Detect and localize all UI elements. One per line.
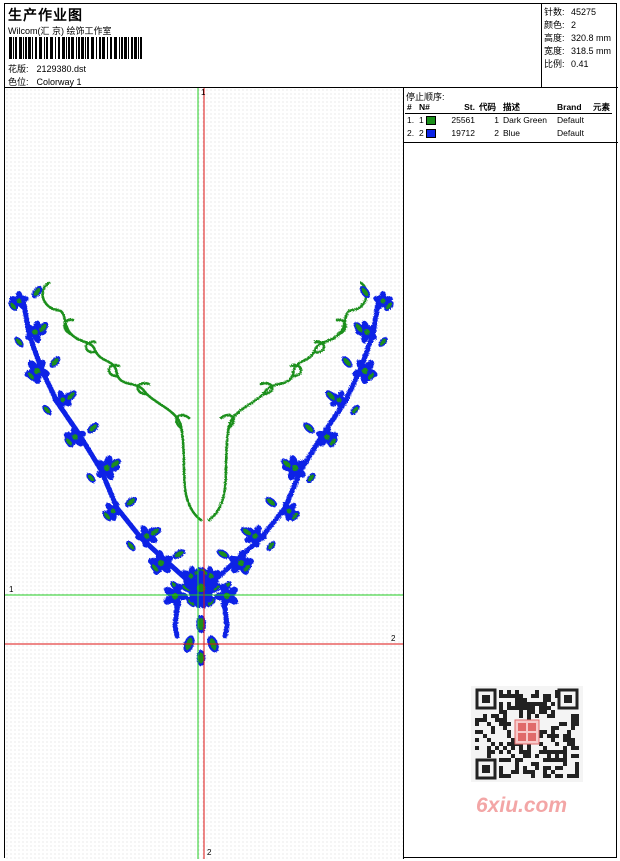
stat-value: 320.8 mm (571, 33, 612, 43)
stat-label: 颜色: (544, 20, 565, 30)
lace-leaf (42, 404, 52, 416)
embroidery-preview (5, 88, 403, 859)
stat-width: 宽度: 318.5 mm (544, 44, 611, 57)
row-number: 2 (417, 127, 447, 140)
colorway-row: 色位: Colorway 1 (8, 75, 82, 88)
lace-leaf (378, 336, 388, 348)
lace-leaf (306, 472, 316, 484)
row-element (591, 114, 612, 127)
production-sheet: 生产作业图 Wilcom(汇 京) 绘饰工作室 花版: 2129380.dst … (4, 3, 618, 859)
lace-stem (172, 605, 180, 639)
lace-leaf (87, 422, 99, 434)
guide-label-top: 1 (201, 88, 206, 97)
row-stitches: 19712 (451, 128, 475, 138)
col-code: 代码 (477, 101, 501, 114)
row-index: 1. (407, 115, 415, 126)
col-number: N# (417, 101, 447, 114)
lace-leaf (172, 549, 186, 559)
lace-stem (222, 605, 230, 639)
lace-leaf (86, 472, 96, 484)
stat-value: 2 (571, 20, 577, 30)
stat-label: 宽度: (544, 46, 565, 56)
table-row[interactable]: 1. 1 25561 1 Dark Green Default (405, 114, 612, 127)
lace-stem (20, 295, 204, 597)
row-brand: Default (557, 128, 584, 138)
design-stats: 针数: 45275 颜色: 2 高度: 320.8 mm 宽度: 318.5 mm 比例… (542, 4, 618, 88)
watermark-text: 6xiu.com (476, 794, 568, 817)
lace-leaf (126, 540, 136, 552)
table-header: # N# St. 代码 描述 Brand 元素 (405, 101, 613, 114)
vine-curl (335, 318, 347, 336)
colorway-label: 色位: (8, 77, 29, 87)
row-description: Dark Green (503, 115, 547, 126)
stat-height: 高度: 320.8 mm (544, 31, 611, 44)
vine-curl (63, 318, 75, 336)
lace-leaf (14, 336, 24, 348)
blue-floral-lace (8, 285, 394, 666)
row-brand: Default (557, 115, 584, 126)
design-file-row: 花版: 2129380.dst (8, 62, 86, 75)
lace-leaf (216, 549, 230, 559)
green-scroll-vines (41, 281, 368, 522)
company-name: Wilcom(汇 京) 绘饰工作室 (8, 26, 112, 36)
design-label: 花版: (8, 64, 29, 74)
stat-stitches: 针数: 45275 (544, 5, 596, 18)
lace-leaf (303, 422, 315, 434)
colorway-name: Colorway 1 (36, 77, 82, 87)
stop-sequence-panel: 停止顺序: # N# St. 代码 描述 Brand 元素 1. 1 25561 (404, 88, 618, 859)
design-canvas[interactable]: 1 1 2 2 (5, 88, 404, 859)
stat-scale: 比例: 0.41 (544, 57, 589, 70)
col-element: 元素 (591, 101, 613, 114)
stat-value: 0.41 (571, 59, 589, 69)
color-swatch (426, 116, 437, 126)
panel-divider (404, 142, 618, 143)
design-file-name: 2129380.dst (36, 64, 87, 74)
col-stitches: St. (447, 101, 477, 114)
guide-label-right: 2 (391, 634, 396, 643)
lace-flower (244, 525, 267, 548)
lace-leaf (350, 404, 360, 416)
row-index: 2. (407, 128, 415, 138)
lace-flower (135, 525, 158, 548)
lace-leaf (266, 540, 276, 552)
lace-flower (229, 550, 254, 575)
stat-value: 318.5 mm (571, 46, 612, 56)
header-info: 生产作业图 Wilcom(汇 京) 绘饰工作室 花版: 2129380.dst … (5, 4, 542, 88)
lace-leaf (341, 356, 353, 368)
qr-code-icon (471, 686, 583, 782)
col-brand: Brand (555, 101, 591, 114)
table-row[interactable]: 2. 2 19712 2 Blue Default (405, 127, 612, 140)
col-description: 描述 (501, 101, 555, 114)
barcode-icon (9, 37, 142, 59)
row-element (591, 127, 612, 140)
row-code: 1 (494, 115, 499, 126)
stat-colors: 颜色: 2 (544, 18, 576, 31)
stat-label: 比例: (544, 59, 565, 69)
stat-label: 高度: (544, 33, 565, 43)
row-description: Blue (503, 128, 521, 138)
row-stitches: 25561 (451, 115, 475, 126)
row-code: 2 (494, 128, 499, 138)
stat-label: 针数: (544, 7, 565, 17)
color-swatch (426, 129, 437, 139)
stop-sequence-table: # N# St. 代码 描述 Brand 元素 1. 1 25561 1 Dar… (405, 101, 613, 140)
col-index: # (405, 101, 417, 114)
guide-label-left: 1 (9, 585, 14, 594)
stat-value: 45275 (571, 7, 597, 17)
lace-leaf (49, 356, 61, 368)
lace-leaf (264, 496, 278, 508)
lace-leaf (124, 496, 138, 508)
lace-flower (148, 550, 173, 575)
guide-lines (5, 88, 403, 859)
guide-label-bottom: 2 (207, 848, 212, 857)
row-number: 1 (417, 114, 447, 127)
page-title: 生产作业图 (8, 7, 83, 23)
